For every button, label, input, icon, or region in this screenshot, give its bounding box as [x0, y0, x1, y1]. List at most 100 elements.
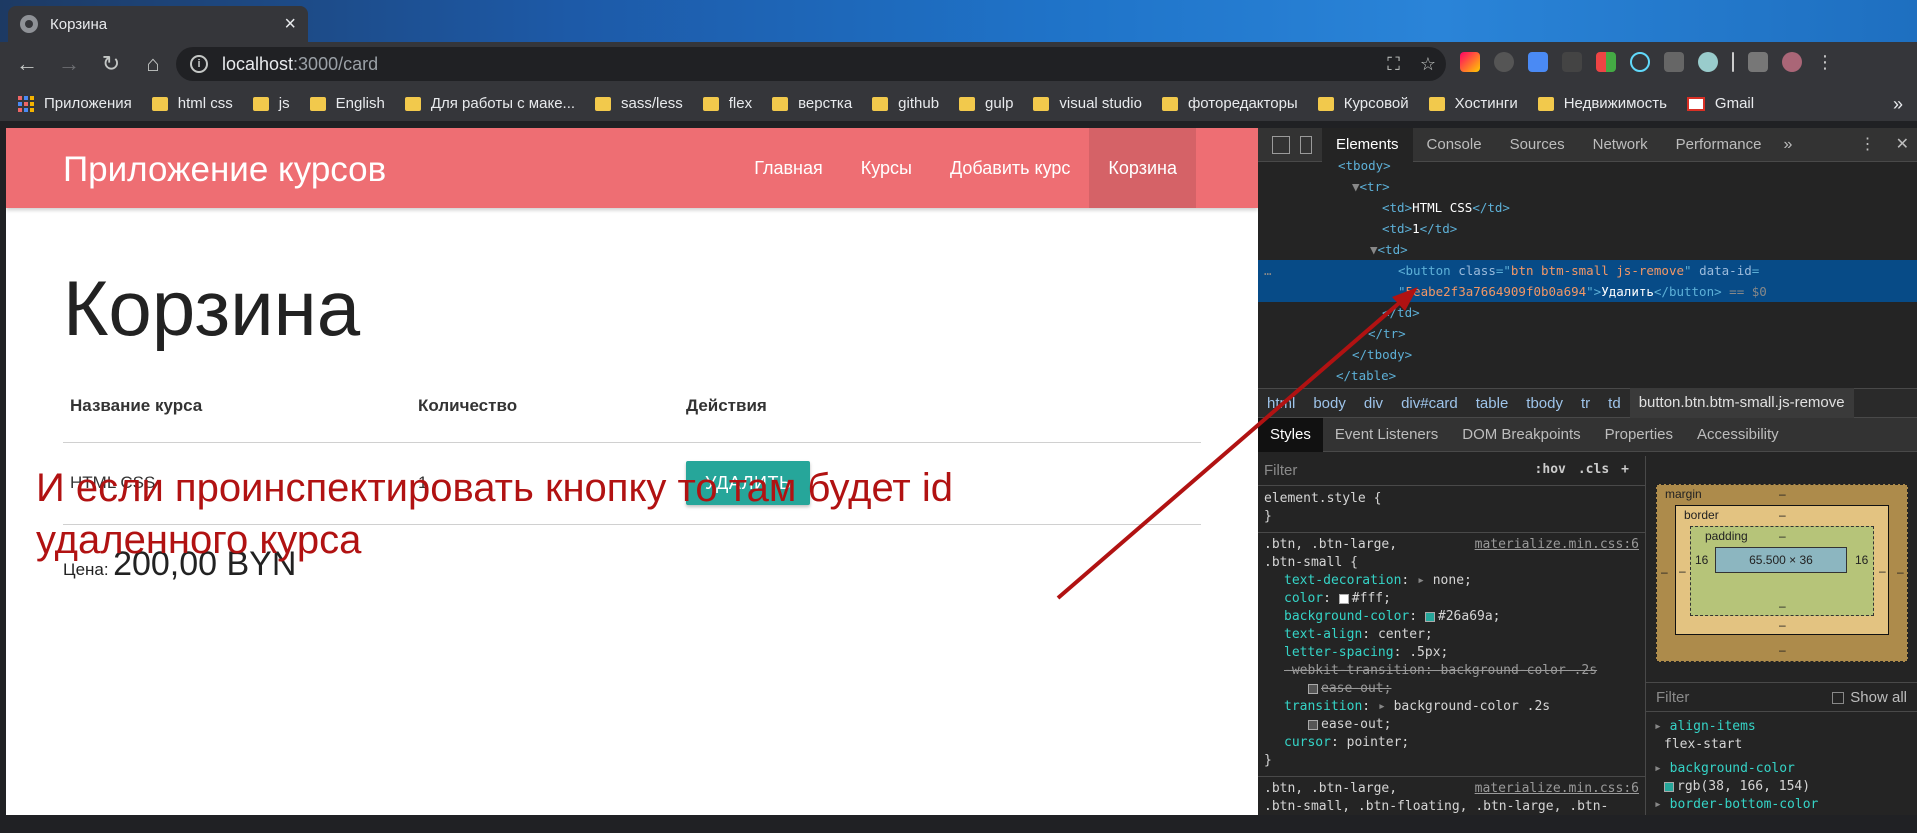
computed-item[interactable]: ▸ align-items: [1654, 718, 1818, 736]
tab-accessibility[interactable]: Accessibility: [1685, 418, 1791, 452]
computed-item[interactable]: ▸ background-color: [1654, 760, 1818, 778]
rule-selector[interactable]: .btn, .btn-large, materialize.min.css:6: [1258, 780, 1645, 798]
translate-ext-icon[interactable]: [1528, 52, 1548, 72]
dom-node[interactable]: </td>: [1258, 302, 1917, 323]
bookmarks-overflow-icon[interactable]: »: [1893, 94, 1903, 115]
dom-node[interactable]: </tr>: [1258, 323, 1917, 344]
translate-icon[interactable]: ⛶: [1387, 54, 1400, 75]
star-icon[interactable]: ☆: [1420, 54, 1436, 75]
css-declaration[interactable]: color: #fff;: [1258, 590, 1645, 608]
computed-item[interactable]: ▸ border-bottom-color: [1654, 796, 1818, 814]
nav-cart[interactable]: Корзина: [1089, 128, 1196, 208]
rule-source-link[interactable]: materialize.min.css:6: [1475, 536, 1645, 554]
forward-icon[interactable]: →: [54, 49, 84, 79]
bookmark-item[interactable]: gulp: [959, 95, 1013, 112]
grid-ext-icon[interactable]: [1596, 52, 1616, 72]
tab-event-listeners[interactable]: Event Listeners: [1323, 418, 1450, 452]
crumb-body[interactable]: body: [1304, 395, 1355, 412]
screenshot-icon[interactable]: [1664, 52, 1684, 72]
react-icon[interactable]: [1630, 52, 1650, 72]
easing-icon[interactable]: [1308, 719, 1318, 730]
bookmark-item[interactable]: html css: [151, 95, 233, 112]
crumb-div[interactable]: div: [1355, 395, 1392, 412]
crumb-tr[interactable]: tr: [1572, 395, 1599, 412]
dom-node[interactable]: ▼<td>: [1258, 239, 1917, 260]
dom-node[interactable]: <td>HTML CSS</td>: [1258, 197, 1917, 218]
css-declaration-overridden[interactable]: -webkit-transition: background-color .2s: [1258, 662, 1645, 680]
bookmark-item[interactable]: github: [872, 95, 939, 112]
circle-ext-icon[interactable]: [1698, 52, 1718, 72]
more-tabs-icon[interactable]: »: [1776, 136, 1801, 154]
css-declaration[interactable]: text-decoration: ▸ none;: [1258, 572, 1645, 590]
home-icon[interactable]: ⌂: [138, 49, 168, 79]
chat-icon[interactable]: [1494, 52, 1514, 72]
bookmark-item[interactable]: Для работы с маке...: [404, 95, 575, 112]
dom-node[interactable]: </tbody>: [1258, 344, 1917, 365]
tab-styles[interactable]: Styles: [1258, 417, 1323, 452]
dom-node[interactable]: <tbody>: [1258, 159, 1917, 176]
tab-dom-breakpoints[interactable]: DOM Breakpoints: [1450, 418, 1592, 452]
add-rule-icon[interactable]: +: [1621, 462, 1629, 477]
bookmark-item[interactable]: Приложения: [18, 95, 132, 112]
dom-node[interactable]: </table>: [1258, 365, 1917, 386]
show-all-checkbox[interactable]: Show all: [1832, 683, 1907, 713]
box-model-border[interactable]: border – – – – padding – – 16 16 65.500 …: [1675, 505, 1889, 635]
tab-properties[interactable]: Properties: [1593, 418, 1685, 452]
dom-node[interactable]: <td>1</td>: [1258, 218, 1917, 239]
bookmark-item[interactable]: Gmail: [1686, 95, 1754, 112]
dom-node-selected-cont[interactable]: "5eabe2f3a7664909f0b0a694">Удалить</butt…: [1258, 281, 1917, 302]
bookmark-item[interactable]: фоторедакторы: [1161, 95, 1298, 112]
bookmark-item[interactable]: верстка: [772, 95, 852, 112]
avatar[interactable]: [1782, 52, 1802, 72]
bookmark-item[interactable]: Курсовой: [1317, 95, 1409, 112]
extension-icon[interactable]: [1460, 52, 1480, 72]
tab-network[interactable]: Network: [1579, 128, 1662, 162]
tab-elements[interactable]: Elements: [1322, 128, 1413, 162]
bookmark-item[interactable]: Хостинги: [1428, 95, 1518, 112]
css-declaration[interactable]: background-color: #26a69a;: [1258, 608, 1645, 626]
media-icon[interactable]: [1748, 52, 1768, 72]
bookmark-item[interactable]: js: [252, 95, 290, 112]
tab-sources[interactable]: Sources: [1496, 128, 1579, 162]
tab-performance[interactable]: Performance: [1662, 128, 1776, 162]
bookmark-item[interactable]: flex: [702, 95, 752, 112]
dom-node-selected[interactable]: … <button class="btn btm-small js-remove"…: [1258, 260, 1917, 281]
crumb-html[interactable]: html: [1258, 395, 1304, 412]
browser-tab[interactable]: Корзина ×: [8, 6, 308, 42]
nav-add-course[interactable]: Добавить курс: [931, 128, 1089, 208]
box-model-margin[interactable]: margin – – – – border – – – – padding – …: [1656, 484, 1908, 662]
bookmark-item[interactable]: sass/less: [595, 95, 683, 112]
eyedropper-icon[interactable]: [1562, 52, 1582, 72]
dom-node[interactable]: ▼<tr>: [1258, 176, 1917, 197]
css-declaration[interactable]: transition: ▸ background-color .2s: [1258, 698, 1645, 716]
nav-home[interactable]: Главная: [735, 128, 842, 208]
hov-toggle[interactable]: :hov: [1535, 462, 1566, 477]
bookmark-item[interactable]: visual studio: [1033, 95, 1142, 112]
rule-source-link[interactable]: materialize.min.css:6: [1475, 780, 1645, 798]
styles-filter-input[interactable]: Filter :hov .cls +: [1258, 456, 1645, 486]
crumb-tbody[interactable]: tbody: [1517, 395, 1572, 412]
css-declaration[interactable]: letter-spacing: .5px;: [1258, 644, 1645, 662]
crumb-div-card[interactable]: div#card: [1392, 395, 1467, 412]
devtools-close-icon[interactable]: ✕: [1896, 128, 1909, 162]
menu-icon[interactable]: ⋮: [1816, 52, 1836, 72]
inspect-icon[interactable]: [1272, 135, 1290, 154]
nav-courses[interactable]: Курсы: [842, 128, 931, 208]
tab-console[interactable]: Console: [1413, 128, 1496, 162]
devtools-menu-icon[interactable]: ⋮: [1860, 128, 1876, 162]
box-model-padding[interactable]: padding – – 16 16 65.500 × 36: [1690, 526, 1874, 616]
element-style-rule[interactable]: element.style {: [1258, 490, 1645, 508]
reload-icon[interactable]: ↻: [96, 49, 126, 79]
crumb-button[interactable]: button.btn.btm-small.js-remove: [1629, 388, 1854, 418]
css-declaration[interactable]: text-align: center;: [1258, 626, 1645, 644]
css-declaration[interactable]: cursor: pointer;: [1258, 734, 1645, 752]
back-icon[interactable]: ←: [12, 49, 42, 79]
info-icon[interactable]: i: [190, 55, 208, 73]
easing-icon[interactable]: [1308, 683, 1318, 694]
color-swatch[interactable]: [1338, 593, 1349, 604]
bookmark-item[interactable]: English: [309, 95, 385, 112]
box-model-content[interactable]: 65.500 × 36: [1715, 547, 1847, 573]
crumb-table[interactable]: table: [1467, 395, 1518, 412]
close-tab-icon[interactable]: ×: [284, 13, 296, 36]
address-bar[interactable]: i localhost:3000/card ⛶ ☆: [176, 47, 1446, 81]
